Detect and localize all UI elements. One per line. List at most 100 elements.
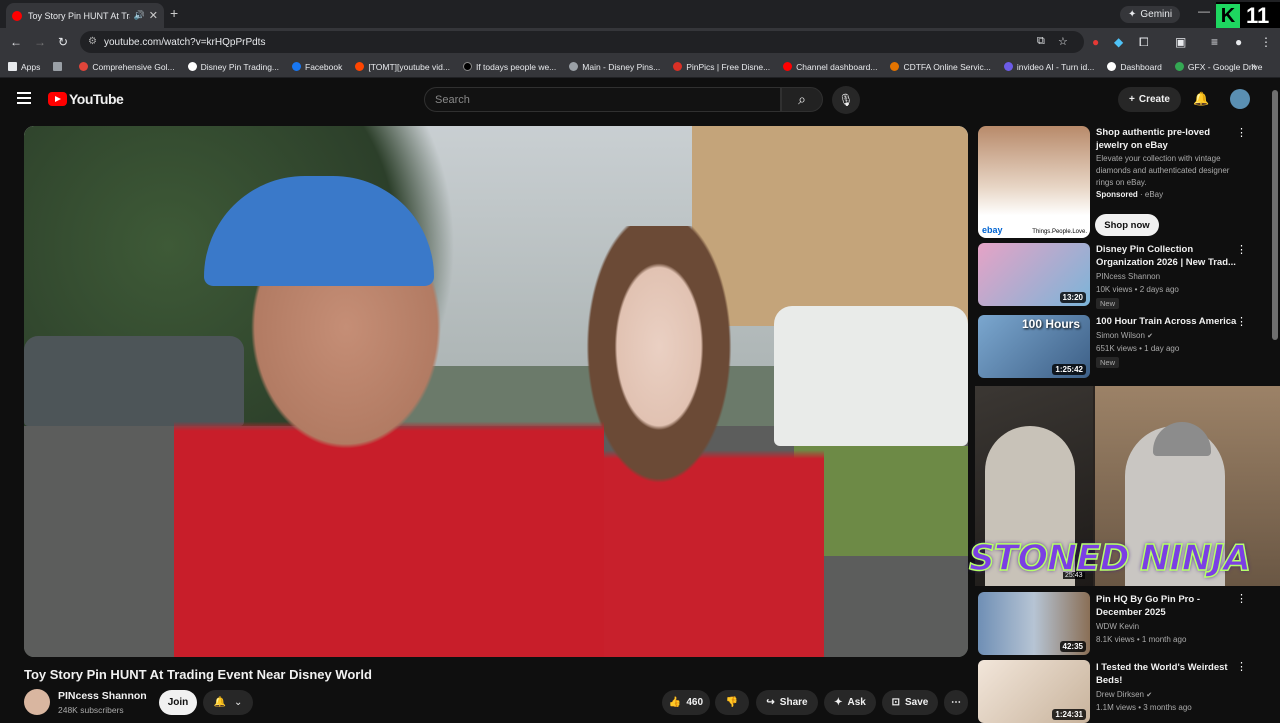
media-icon[interactable]: ▣ bbox=[1175, 35, 1186, 49]
save-button[interactable]: ⊡ Save bbox=[882, 690, 938, 715]
recommended-video-meta: 8.1K views • 1 month ago bbox=[1096, 635, 1187, 644]
recommended-video[interactable]: 100 Hours 1:25:42 100 Hour Train Across … bbox=[978, 315, 1268, 385]
recommended-video[interactable]: 1:24:31 I Tested the World's Weirdest Be… bbox=[978, 660, 1268, 723]
dashboard-icon bbox=[1107, 62, 1117, 71]
verified-icon: ✔ bbox=[1146, 692, 1153, 699]
bookmark-item[interactable] bbox=[53, 62, 66, 71]
more-options-icon[interactable]: ⋮ bbox=[1236, 315, 1247, 328]
search-button[interactable]: ⌕ bbox=[781, 87, 823, 112]
bookmarks-bar: Apps Comprehensive Gol... Disney Pin Tra… bbox=[0, 56, 1280, 78]
shop-now-button[interactable]: Shop now bbox=[1095, 214, 1159, 236]
forward-icon[interactable]: → bbox=[34, 35, 46, 49]
recommended-channel-name[interactable]: Drew Dirksen ✔ bbox=[1096, 690, 1152, 699]
close-tab-icon[interactable]: ✕ bbox=[149, 9, 158, 22]
gemini-button[interactable]: ✦ Gemini bbox=[1120, 6, 1181, 23]
ask-button[interactable]: ✦ Ask bbox=[824, 690, 876, 715]
video-title: Toy Story Pin HUNT At Trading Event Near… bbox=[24, 667, 372, 682]
extension-blue-icon[interactable]: ◆ bbox=[1114, 35, 1123, 49]
new-badge: New bbox=[1096, 298, 1120, 309]
channel-name[interactable]: PINcess Shannon bbox=[58, 690, 147, 702]
bookmark-star-icon[interactable]: ☆ bbox=[1058, 35, 1068, 48]
bookmark-item[interactable]: GFX - Google Drive bbox=[1174, 62, 1263, 72]
bookmark-item[interactable]: Channel dashboard... bbox=[783, 62, 877, 72]
recommended-video-title[interactable]: I Tested the World's Weirdest Beds! bbox=[1096, 661, 1238, 687]
speaker-icon[interactable]: 🔊 bbox=[134, 10, 145, 21]
address-bar[interactable]: ⚙ youtube.com/watch?v=krHQpPrPdts bbox=[80, 31, 1084, 53]
video-thumbnail[interactable]: 13:20 bbox=[978, 243, 1090, 306]
invideo-icon bbox=[1003, 62, 1013, 71]
search-input[interactable]: Search bbox=[424, 87, 781, 112]
bookmark-favicon-icon bbox=[187, 62, 197, 71]
video-thumbnail[interactable]: 1:24:31 bbox=[978, 660, 1090, 723]
video-thumbnail[interactable]: 42:35 bbox=[978, 592, 1090, 655]
bookmark-item[interactable]: If todays people we... bbox=[462, 62, 556, 72]
dislike-button[interactable]: 👎 bbox=[715, 690, 749, 715]
ad-title[interactable]: Shop authentic pre-loved jewelry on eBay bbox=[1096, 126, 1236, 152]
video-player[interactable] bbox=[24, 126, 968, 657]
bookmark-item[interactable]: PinPics | Free Disne... bbox=[673, 62, 770, 72]
site-info-icon[interactable]: ⚙ bbox=[88, 36, 97, 47]
bookmark-icon: ⊡ bbox=[891, 697, 901, 708]
voice-search-button[interactable]: 🎙 bbox=[832, 86, 860, 114]
bookmark-item[interactable]: Disney Pin Trading... bbox=[187, 62, 279, 72]
more-options-icon[interactable]: ⋮ bbox=[1236, 243, 1247, 256]
bookmark-item[interactable]: Main - Disney Pins... bbox=[569, 62, 660, 72]
create-button[interactable]: + Create bbox=[1118, 87, 1181, 112]
bookmark-item[interactable]: Facebook bbox=[292, 62, 342, 72]
recommended-video-meta: 10K views • 2 days ago bbox=[1096, 285, 1179, 294]
minimize-icon[interactable]: — bbox=[1198, 4, 1210, 18]
extensions-icon[interactable]: ⧠ bbox=[1139, 35, 1149, 50]
notification-settings-button[interactable]: 🔔 ⌄ bbox=[203, 690, 253, 715]
bookmark-item[interactable]: Comprehensive Gol... bbox=[79, 62, 175, 72]
profile-icon[interactable]: ● bbox=[1235, 35, 1242, 49]
recommended-video[interactable]: 13:20 Disney Pin Collection Organization… bbox=[978, 243, 1268, 313]
back-icon[interactable]: ← bbox=[10, 35, 22, 49]
more-bookmarks-icon[interactable]: » bbox=[1251, 61, 1257, 72]
recommended-video-title[interactable]: 100 Hour Train Across America bbox=[1096, 315, 1238, 328]
overlay-logo-number: 11 bbox=[1246, 3, 1270, 28]
recommended-video-title[interactable]: Pin HQ By Go Pin Pro - December 2025 bbox=[1096, 593, 1238, 619]
youtube-header: YouTube Search ⌕ 🎙 + Create 🔔 bbox=[0, 78, 1280, 122]
youtube-logo[interactable]: YouTube bbox=[48, 91, 124, 107]
notifications-bell-icon[interactable]: 🔔 bbox=[1193, 91, 1209, 107]
bookmark-item[interactable]: [TOMT][youtube vid... bbox=[355, 62, 450, 72]
share-button[interactable]: ↪ Share bbox=[756, 690, 818, 715]
apps-grid-icon bbox=[8, 62, 17, 71]
account-avatar[interactable] bbox=[1230, 89, 1250, 109]
k-logo-icon: K bbox=[1216, 4, 1240, 28]
more-options-icon[interactable]: ⋮ bbox=[1236, 592, 1247, 605]
bookmark-item[interactable]: Apps bbox=[8, 62, 40, 72]
sponsored-ad[interactable]: ebay Things.People.Love. Shop authentic … bbox=[978, 126, 1268, 238]
bookmark-item[interactable]: Dashboard bbox=[1107, 62, 1162, 72]
ad-image[interactable]: ebay Things.People.Love. bbox=[978, 126, 1090, 238]
new-tab-button[interactable]: + bbox=[170, 5, 178, 21]
recommended-channel-name[interactable]: Simon Wilson ✔ bbox=[1096, 331, 1153, 340]
extension-red-icon[interactable]: ● bbox=[1092, 35, 1099, 49]
scrollbar[interactable] bbox=[1272, 90, 1278, 340]
recommended-channel-name[interactable]: WDW Kevin bbox=[1096, 622, 1139, 631]
more-options-icon[interactable]: ⋮ bbox=[1236, 660, 1247, 673]
thumbnail-text: 100 Hours bbox=[1022, 317, 1081, 331]
hamburger-menu-icon[interactable] bbox=[17, 92, 31, 104]
reading-list-icon[interactable]: ≡ bbox=[1211, 35, 1218, 49]
more-actions-button[interactable]: ⋯ bbox=[944, 690, 968, 715]
new-badge: New bbox=[1096, 357, 1120, 368]
recommended-channel-name[interactable]: PINcess Shannon bbox=[1096, 272, 1160, 281]
ebay-logo: ebay bbox=[982, 225, 1003, 235]
video-thumbnail[interactable]: 100 Hours 1:25:42 bbox=[978, 315, 1090, 378]
bookmark-item[interactable]: CDTFA Online Servic... bbox=[890, 62, 991, 72]
like-button[interactable]: 👍 460 bbox=[662, 690, 710, 715]
recommended-video[interactable]: 42:35 Pin HQ By Go Pin Pro - December 20… bbox=[978, 592, 1268, 655]
channel-avatar[interactable] bbox=[24, 689, 50, 715]
more-options-icon[interactable]: ⋮ bbox=[1236, 126, 1247, 139]
video-duration: 1:25:42 bbox=[1052, 364, 1086, 375]
chrome-menu-icon[interactable]: ⋮ bbox=[1260, 35, 1272, 49]
install-icon[interactable]: ⧉ bbox=[1037, 35, 1045, 48]
browser-tab[interactable]: Toy Story Pin HUNT At Trading Event Near… bbox=[6, 3, 164, 28]
overlay-brand-text: STONED NINJA bbox=[968, 537, 1252, 580]
bookmark-item[interactable]: invideo AI - Turn id... bbox=[1003, 62, 1094, 72]
recommended-video-title[interactable]: Disney Pin Collection Organization 2026 … bbox=[1096, 243, 1238, 269]
join-button[interactable]: Join bbox=[159, 690, 197, 715]
reload-icon[interactable]: ↻ bbox=[58, 35, 68, 49]
sparkle-icon: ✦ bbox=[834, 697, 843, 708]
